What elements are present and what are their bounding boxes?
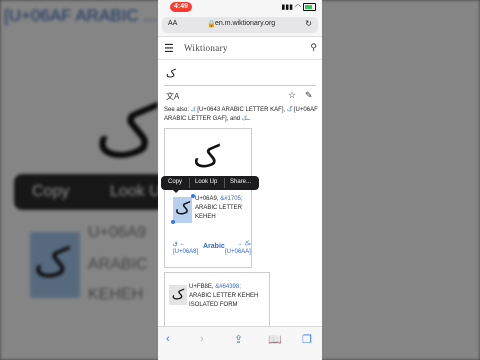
- url-text: en.m.wiktionary.org: [215, 20, 276, 27]
- copy-button[interactable]: Copy: [168, 179, 182, 185]
- battery-icon: [303, 3, 316, 12]
- phone-screen: 4:49 ▮▮▮ ◠ AA 🔒 en.m.wiktionary.org ↻ ☰ …: [158, 0, 322, 360]
- see-also-suffix: .: [248, 116, 251, 122]
- status-bar: 4:49 ▮▮▮ ◠: [158, 0, 322, 14]
- character-name-2a: ARABIC LETTER KEHEH: [189, 293, 259, 299]
- character-info-box-2: ک U+FB8E, &#64398; ARABIC LETTER KEHEH I…: [164, 272, 270, 334]
- see-also-desc-kaf: [U+0643 ARABIC LETTER KAF],: [195, 107, 287, 113]
- title-divider: [164, 85, 316, 86]
- large-character: ک: [193, 139, 220, 174]
- signal-icon: ▮▮▮: [281, 4, 293, 11]
- next-glyph: → ڪ: [236, 241, 251, 247]
- character-info: U+06A9, &#1705; ARABIC LETTER KEHEH: [195, 195, 243, 222]
- previous-character-link[interactable]: ڨ ← [U+06A8]: [173, 240, 198, 256]
- reload-icon[interactable]: ↻: [305, 19, 312, 28]
- status-icons: ▮▮▮ ◠: [281, 3, 316, 12]
- entity-link[interactable]: &#1705;: [220, 196, 242, 202]
- bookmarks-icon[interactable]: 📖: [268, 333, 282, 346]
- site-header: ☰ Wiktionary ⚲: [158, 37, 322, 60]
- language-icon[interactable]: 文A: [166, 91, 179, 102]
- site-title[interactable]: Wiktionary: [184, 43, 228, 53]
- context-menu: Copy Look Up Share...: [161, 176, 259, 190]
- isolated-form-glyph: ک: [169, 285, 187, 305]
- forward-icon[interactable]: ›: [200, 333, 204, 345]
- page-title: ک: [166, 67, 176, 80]
- edit-pencil-icon[interactable]: ✎: [305, 90, 313, 101]
- selected-character[interactable]: ک: [175, 199, 190, 219]
- look-up-button[interactable]: Look Up: [195, 179, 217, 185]
- entity-link-2[interactable]: &#64398;: [215, 284, 241, 290]
- menu-icon[interactable]: ☰: [164, 42, 174, 55]
- character-info-box: ک ک U+06A9, &#1705; ARABIC LETTER KEHEH …: [164, 128, 252, 268]
- see-also-text: See also: ك [U+0643 ARABIC LETTER KAF], …: [164, 106, 318, 124]
- next-code: [U+06AA]: [225, 249, 251, 255]
- browser-toolbar: ‹ › ⇪ 📖 ❐: [158, 326, 322, 360]
- status-time: 4:49: [170, 2, 192, 12]
- menu-divider: [189, 178, 190, 188]
- selection-handle-end[interactable]: [171, 220, 175, 224]
- reader-options-button[interactable]: AA: [168, 20, 177, 27]
- character-name-1: ARABIC LETTER: [195, 205, 243, 211]
- character-name-2: KEHEH: [195, 214, 216, 220]
- search-icon[interactable]: ⚲: [310, 42, 317, 53]
- tabs-icon[interactable]: ❐: [302, 333, 312, 346]
- share-menu-button[interactable]: Share...: [230, 179, 251, 185]
- share-icon[interactable]: ⇪: [234, 333, 243, 346]
- see-also-link-final[interactable]: ـک: [242, 116, 249, 122]
- menu-divider: [224, 178, 225, 188]
- wifi-icon: ◠: [294, 4, 302, 11]
- character-info-2: U+FB8E, &#64398; ARABIC LETTER KEHEH ISO…: [189, 283, 258, 310]
- codepoint: U+06A9,: [195, 196, 221, 202]
- codepoint-2: U+FB8E,: [189, 284, 216, 290]
- url-field[interactable]: AA 🔒 en.m.wiktionary.org ↻: [162, 17, 318, 33]
- previous-code: [U+06A8]: [173, 249, 199, 255]
- previous-glyph: ڨ ←: [173, 241, 186, 247]
- script-link[interactable]: Arabic: [203, 243, 225, 250]
- next-character-link[interactable]: → ڪ [U+06AA]: [225, 240, 251, 256]
- character-name-2b: ISOLATED FORM: [189, 302, 238, 308]
- see-also-prefix: See also:: [164, 107, 191, 113]
- back-icon[interactable]: ‹: [166, 333, 170, 345]
- watch-star-icon[interactable]: ☆: [288, 90, 296, 101]
- browser-address-bar: AA 🔒 en.m.wiktionary.org ↻: [158, 14, 322, 37]
